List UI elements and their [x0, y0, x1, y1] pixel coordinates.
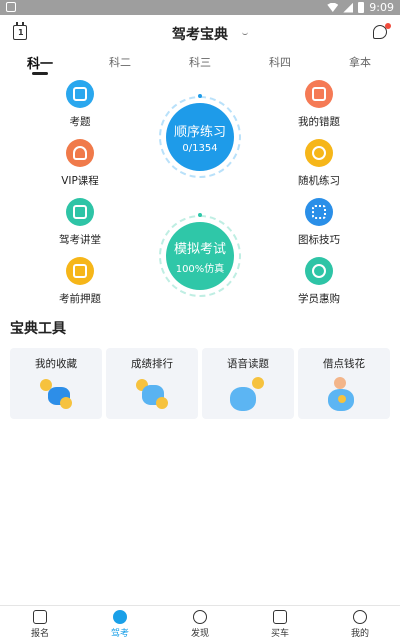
compass-icon	[193, 610, 207, 624]
loan-illustration	[326, 375, 364, 413]
loading-icon	[242, 29, 248, 35]
driving-test-icon	[113, 610, 127, 624]
mock-subtitle: 100%仿真	[175, 263, 225, 275]
bottom-nav: 报名 驾考 发现 买车 我的	[0, 605, 400, 640]
random-icon	[305, 139, 333, 167]
lecture-icon	[66, 198, 94, 226]
progress-knob	[198, 94, 202, 98]
nav-driving-test[interactable]: 驾考	[90, 608, 150, 639]
mock-exam-button[interactable]: 模拟考试 100%仿真	[159, 215, 241, 297]
ranking-illustration	[134, 375, 172, 413]
discount-icon	[305, 257, 333, 285]
tools-section-title: 宝典工具	[10, 321, 66, 337]
notification-badge	[385, 23, 391, 29]
feature-lecture[interactable]: 驾考讲堂	[30, 198, 130, 247]
tool-score-ranking[interactable]: 成绩排行	[106, 348, 198, 419]
app-header: 1 驾考宝典	[0, 15, 400, 50]
feature-predict[interactable]: 考前押题	[30, 257, 130, 306]
sequential-practice-button[interactable]: 顺序练习 0/1354	[159, 96, 241, 178]
tool-borrow-money[interactable]: 借点钱花	[298, 348, 390, 419]
status-bar: 9:09	[0, 0, 400, 15]
tool-my-favorites[interactable]: 我的收藏	[10, 348, 102, 419]
battery-icon	[358, 2, 365, 13]
tips-icon	[305, 198, 333, 226]
tools-row: 我的收藏 成绩排行 语音读题 借点钱花	[10, 348, 390, 419]
signal-icon	[343, 2, 354, 13]
feature-my-mistakes[interactable]: 我的错题	[269, 80, 369, 129]
mock-title: 模拟考试	[173, 241, 226, 257]
tool-voice-reading[interactable]: 语音读题	[202, 348, 294, 419]
car-icon	[273, 610, 287, 624]
mistakes-icon	[305, 80, 333, 108]
predict-icon	[66, 257, 94, 285]
feature-exam[interactable]: 考题	[30, 80, 130, 129]
vip-icon	[66, 139, 94, 167]
tab-get-license[interactable]: 拿本	[335, 54, 385, 70]
feature-student-discount[interactable]: 学员惠购	[269, 257, 369, 306]
favorites-illustration	[38, 375, 76, 413]
register-icon	[33, 610, 47, 624]
exam-icon	[66, 80, 94, 108]
practice-title: 顺序练习	[173, 124, 226, 140]
profile-icon	[353, 610, 367, 624]
nav-register[interactable]: 报名	[10, 608, 70, 639]
page-title: 驾考宝典	[172, 27, 228, 43]
wifi-icon	[327, 3, 339, 12]
tab-subject-4[interactable]: 科四	[255, 54, 305, 70]
feature-sign-tips[interactable]: 图标技巧	[269, 198, 369, 247]
nav-discover[interactable]: 发现	[170, 608, 230, 639]
nav-mine[interactable]: 我的	[330, 608, 390, 639]
subject-tabs: 科一 科二 科三 科四 拿本	[0, 50, 400, 75]
mock-knob	[198, 213, 202, 217]
tab-subject-3[interactable]: 科三	[175, 54, 225, 70]
status-time: 9:09	[369, 1, 394, 14]
tab-subject-2[interactable]: 科二	[95, 54, 145, 70]
tab-subject-1[interactable]: 科一	[15, 53, 65, 72]
feature-random-practice[interactable]: 随机练习	[269, 139, 369, 188]
practice-progress: 0/1354	[182, 142, 218, 154]
feature-vip-course[interactable]: VIP课程	[30, 139, 130, 188]
tab-indicator	[32, 72, 48, 75]
voice-illustration	[230, 375, 268, 413]
notification-icon	[6, 2, 16, 12]
nav-buy-car[interactable]: 买车	[250, 608, 310, 639]
